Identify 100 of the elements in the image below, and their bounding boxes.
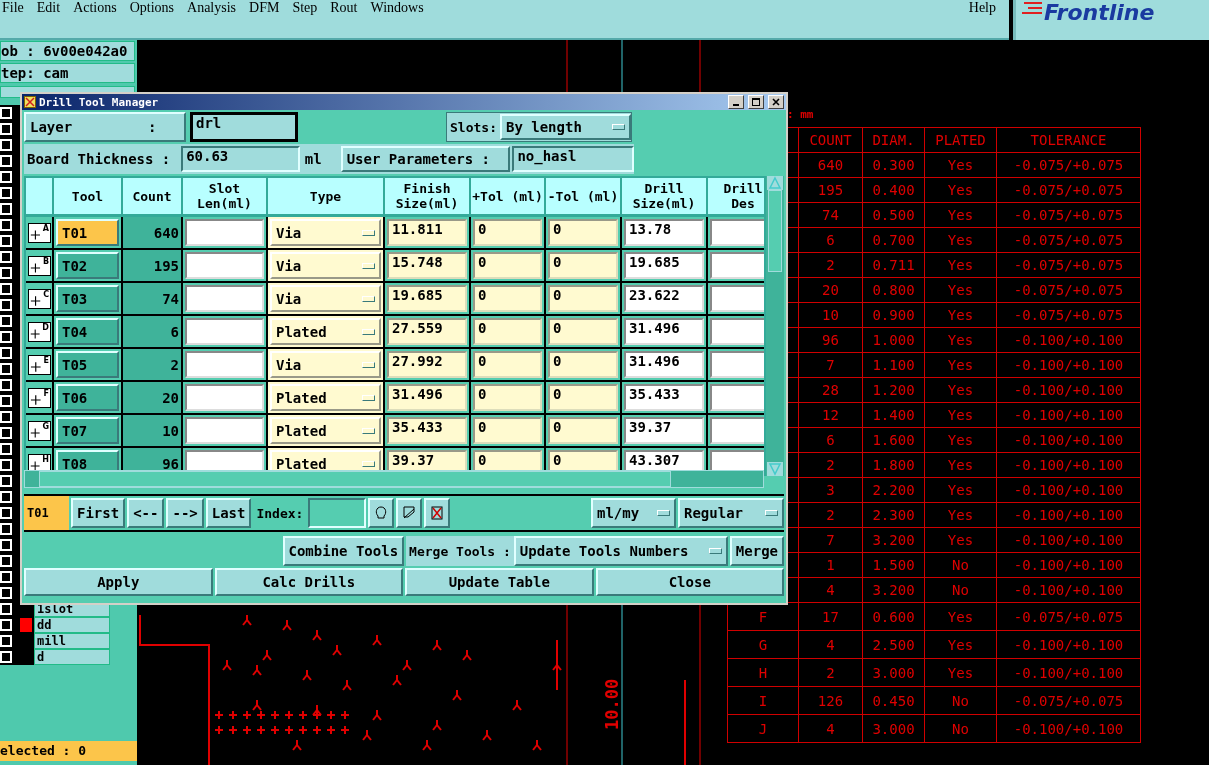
layer-item[interactable]: mill <box>34 633 110 649</box>
finish-size-field[interactable]: 31.496 <box>387 384 467 411</box>
index-field[interactable] <box>308 498 367 528</box>
checkbox-icon[interactable] <box>0 235 12 247</box>
checkbox-icon[interactable] <box>0 251 12 263</box>
close-button[interactable] <box>768 95 784 109</box>
scroll-thumb[interactable] <box>768 190 782 272</box>
layer-item[interactable]: dd <box>34 617 110 633</box>
expand-button[interactable]: D <box>28 321 51 342</box>
slot-length-field[interactable] <box>185 252 264 279</box>
tool-button[interactable]: T02 <box>56 252 119 279</box>
checkbox-icon[interactable] <box>0 555 12 567</box>
expand-button[interactable]: G <box>28 420 51 441</box>
units-dropdown[interactable]: ml/my <box>591 498 676 528</box>
drill-des-field[interactable] <box>710 318 765 345</box>
checkbox-icon[interactable] <box>0 267 12 279</box>
minus-tolerance-field[interactable]: 0 <box>548 318 618 345</box>
checkbox-icon[interactable] <box>0 187 12 199</box>
checkbox-icon[interactable] <box>0 507 12 519</box>
drill-size-field[interactable]: 13.78 <box>624 219 704 246</box>
minus-tolerance-field[interactable]: 0 <box>548 219 618 246</box>
type-dropdown[interactable]: Plated <box>270 417 381 444</box>
expand-button[interactable]: E <box>28 354 51 375</box>
plus-tolerance-field[interactable]: 0 <box>473 351 542 378</box>
thickness-field[interactable]: 60.63 <box>181 146 300 172</box>
checkbox-icon[interactable] <box>0 379 12 391</box>
parameters-field[interactable]: no_hasl <box>512 146 634 172</box>
expand-button[interactable]: C <box>28 288 51 309</box>
checkbox-icon[interactable] <box>0 651 12 663</box>
minus-tolerance-field[interactable]: 0 <box>548 351 618 378</box>
checkbox-icon[interactable] <box>0 635 12 647</box>
vertical-scrollbar[interactable] <box>766 176 784 476</box>
action-button[interactable]: Apply <box>24 568 213 596</box>
checkbox-icon[interactable] <box>0 139 12 151</box>
slot-length-field[interactable] <box>185 318 264 345</box>
minus-tolerance-field[interactable]: 0 <box>548 285 618 312</box>
checkbox-icon[interactable] <box>0 107 12 119</box>
type-dropdown[interactable]: Plated <box>270 318 381 345</box>
checkbox-icon[interactable] <box>0 603 12 615</box>
checkbox-icon[interactable] <box>0 539 12 551</box>
drill-des-field[interactable] <box>710 252 765 279</box>
plus-tolerance-field[interactable]: 0 <box>473 417 542 444</box>
checkbox-icon[interactable] <box>0 411 12 423</box>
action-button[interactable]: Update Table <box>405 568 594 596</box>
checkbox-icon[interactable] <box>0 155 12 167</box>
slots-dropdown[interactable]: By length <box>499 114 631 140</box>
checkbox-icon[interactable] <box>0 427 12 439</box>
drill-des-field[interactable] <box>710 417 765 444</box>
checkbox-icon[interactable] <box>0 619 12 631</box>
plus-tolerance-field[interactable]: 0 <box>473 384 542 411</box>
bulb-button[interactable] <box>368 498 395 528</box>
menu-item[interactable]: Rout <box>330 0 369 16</box>
action-button[interactable]: Close <box>595 568 784 596</box>
expand-button[interactable]: F <box>28 387 51 408</box>
minimize-button[interactable] <box>728 95 744 109</box>
expand-button[interactable]: A <box>28 222 51 243</box>
menu-item[interactable]: File <box>2 0 35 16</box>
checkbox-icon[interactable] <box>0 523 12 535</box>
type-dropdown[interactable]: Via <box>270 219 381 246</box>
checkbox-icon[interactable] <box>0 219 12 231</box>
mode-dropdown[interactable]: Regular <box>678 498 784 528</box>
shape-button[interactable] <box>396 498 423 528</box>
menu-item[interactable]: Step <box>292 0 329 16</box>
drill-des-field[interactable] <box>710 285 765 312</box>
drill-size-field[interactable]: 35.433 <box>624 384 704 411</box>
finish-size-field[interactable]: 35.433 <box>387 417 467 444</box>
slot-length-field[interactable] <box>185 219 264 246</box>
nav-button[interactable]: <-- <box>127 498 165 528</box>
checkbox-icon[interactable] <box>0 331 12 343</box>
menu-item[interactable]: Actions <box>73 0 128 16</box>
maximize-button[interactable] <box>748 95 764 109</box>
nav-button[interactable]: --> <box>166 498 204 528</box>
finish-size-field[interactable]: 27.992 <box>387 351 467 378</box>
horizontal-scrollbar[interactable] <box>24 470 764 488</box>
drill-size-field[interactable]: 39.37 <box>624 417 704 444</box>
finish-size-field[interactable]: 27.559 <box>387 318 467 345</box>
delete-button[interactable] <box>424 498 451 528</box>
checkbox-icon[interactable] <box>0 587 12 599</box>
layer-item[interactable]: d <box>34 649 110 665</box>
checkbox-icon[interactable] <box>0 123 12 135</box>
checkbox-icon[interactable] <box>0 283 12 295</box>
plus-tolerance-field[interactable]: 0 <box>473 285 542 312</box>
finish-size-field[interactable]: 11.811 <box>387 219 467 246</box>
menu-item[interactable]: Analysis <box>187 0 248 16</box>
tool-button[interactable]: T07 <box>56 417 119 444</box>
action-button[interactable]: Calc Drills <box>214 568 403 596</box>
menu-item[interactable]: Edit <box>36 0 72 16</box>
tool-button[interactable]: T04 <box>56 318 119 345</box>
minus-tolerance-field[interactable]: 0 <box>548 384 618 411</box>
drill-des-field[interactable] <box>710 219 765 246</box>
slot-length-field[interactable] <box>185 417 264 444</box>
user-parameters-button[interactable]: User Parameters : <box>340 146 511 172</box>
tool-button[interactable]: T06 <box>56 384 119 411</box>
tool-button[interactable]: T03 <box>56 285 119 312</box>
merge-dropdown[interactable]: Update Tools Numbers <box>513 536 728 566</box>
checkbox-icon[interactable] <box>0 475 12 487</box>
checkbox-icon[interactable] <box>0 203 12 215</box>
plus-tolerance-field[interactable]: 0 <box>473 318 542 345</box>
slot-length-field[interactable] <box>185 384 264 411</box>
nav-button[interactable]: Last <box>205 498 252 528</box>
